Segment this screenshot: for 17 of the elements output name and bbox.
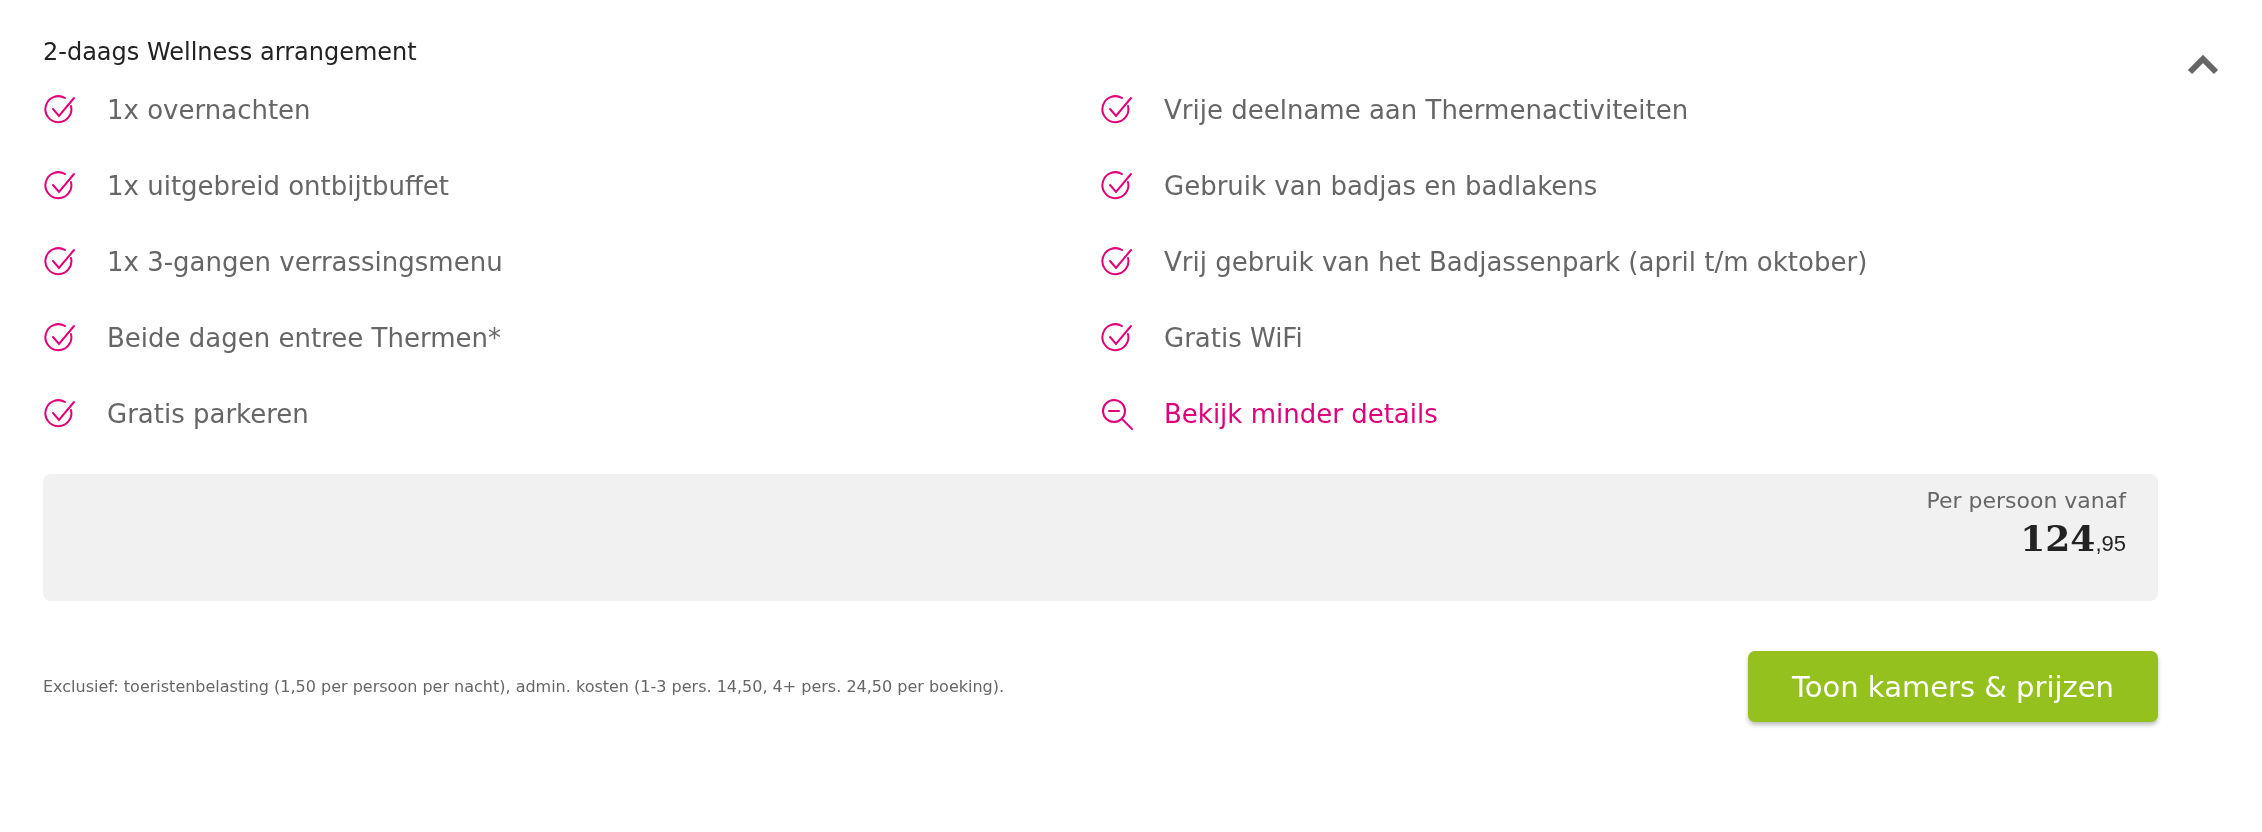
package-title: 2-daags Wellness arrangement	[43, 38, 417, 66]
price-caption: Per persoon vanaf	[1926, 488, 2126, 513]
feature-text: Vrij gebruik van het Badjassenpark (april t/m oktober)	[1164, 247, 1868, 277]
feature-text: 1x 3-gangen verrassingsmenu	[107, 247, 503, 277]
feature-text: 1x overnachten	[107, 95, 311, 125]
feature-text: Vrije deelname aan Thermenactiviteiten	[1164, 95, 1689, 125]
price-amount: 124	[2020, 517, 2096, 559]
footnote-text: Exclusief: toeristenbelasting (1,50 per persoon per nacht), admin. kosten (1-3 pers. 14,50, 4+ pers. 24,50 per boeking).	[43, 677, 1005, 696]
feature-text: Gratis parkeren	[107, 399, 309, 429]
less-details-link[interactable]: Bekijk minder details	[1164, 399, 1438, 429]
feature-text: Beide dagen entree Thermen*	[107, 323, 501, 353]
price-cents: ,95	[2095, 531, 2126, 557]
feature-text: Gratis WiFi	[1164, 323, 1303, 353]
feature-text: 1x uitgebreid ontbijtbuffet	[107, 171, 449, 201]
feature-text: Gebruik van badjas en badlakens	[1164, 171, 1598, 201]
zoom-out-icon	[1100, 397, 1134, 431]
chevron-up-icon[interactable]	[2186, 54, 2220, 76]
